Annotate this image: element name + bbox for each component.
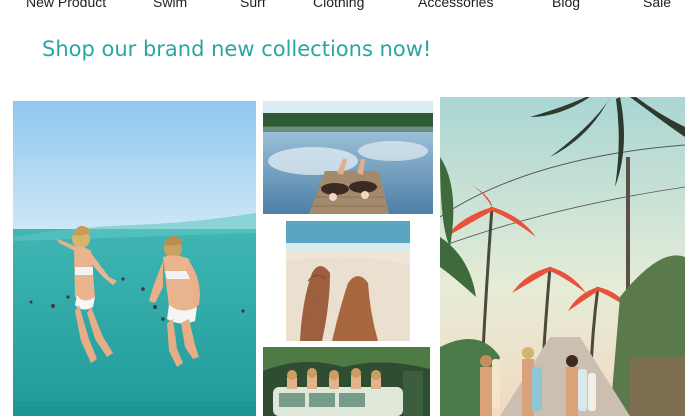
jumping-girls-photo[interactable] <box>13 101 256 416</box>
nav-item-new-product[interactable]: New Product <box>26 0 106 10</box>
dock-lake-photo[interactable] <box>263 101 433 214</box>
legs-sand-photo[interactable] <box>286 221 410 341</box>
nav-item-swim[interactable]: Swim <box>153 0 187 10</box>
nav-item-sale[interactable]: Sale <box>643 0 671 10</box>
nav-item-blog[interactable]: Blog <box>552 0 580 10</box>
nav-item-accessories[interactable]: Accessories <box>418 0 493 10</box>
vintage-van-photo[interactable] <box>263 347 430 416</box>
top-navigation: New Product Swim Surf Clothing Accessori… <box>0 0 700 10</box>
palm-street-surfers-photo[interactable] <box>440 97 685 416</box>
nav-item-surf[interactable]: Surf <box>240 0 266 10</box>
nav-item-clothing[interactable]: Clothing <box>313 0 364 10</box>
collection-headline[interactable]: Shop our brand new collections now! <box>42 37 431 61</box>
